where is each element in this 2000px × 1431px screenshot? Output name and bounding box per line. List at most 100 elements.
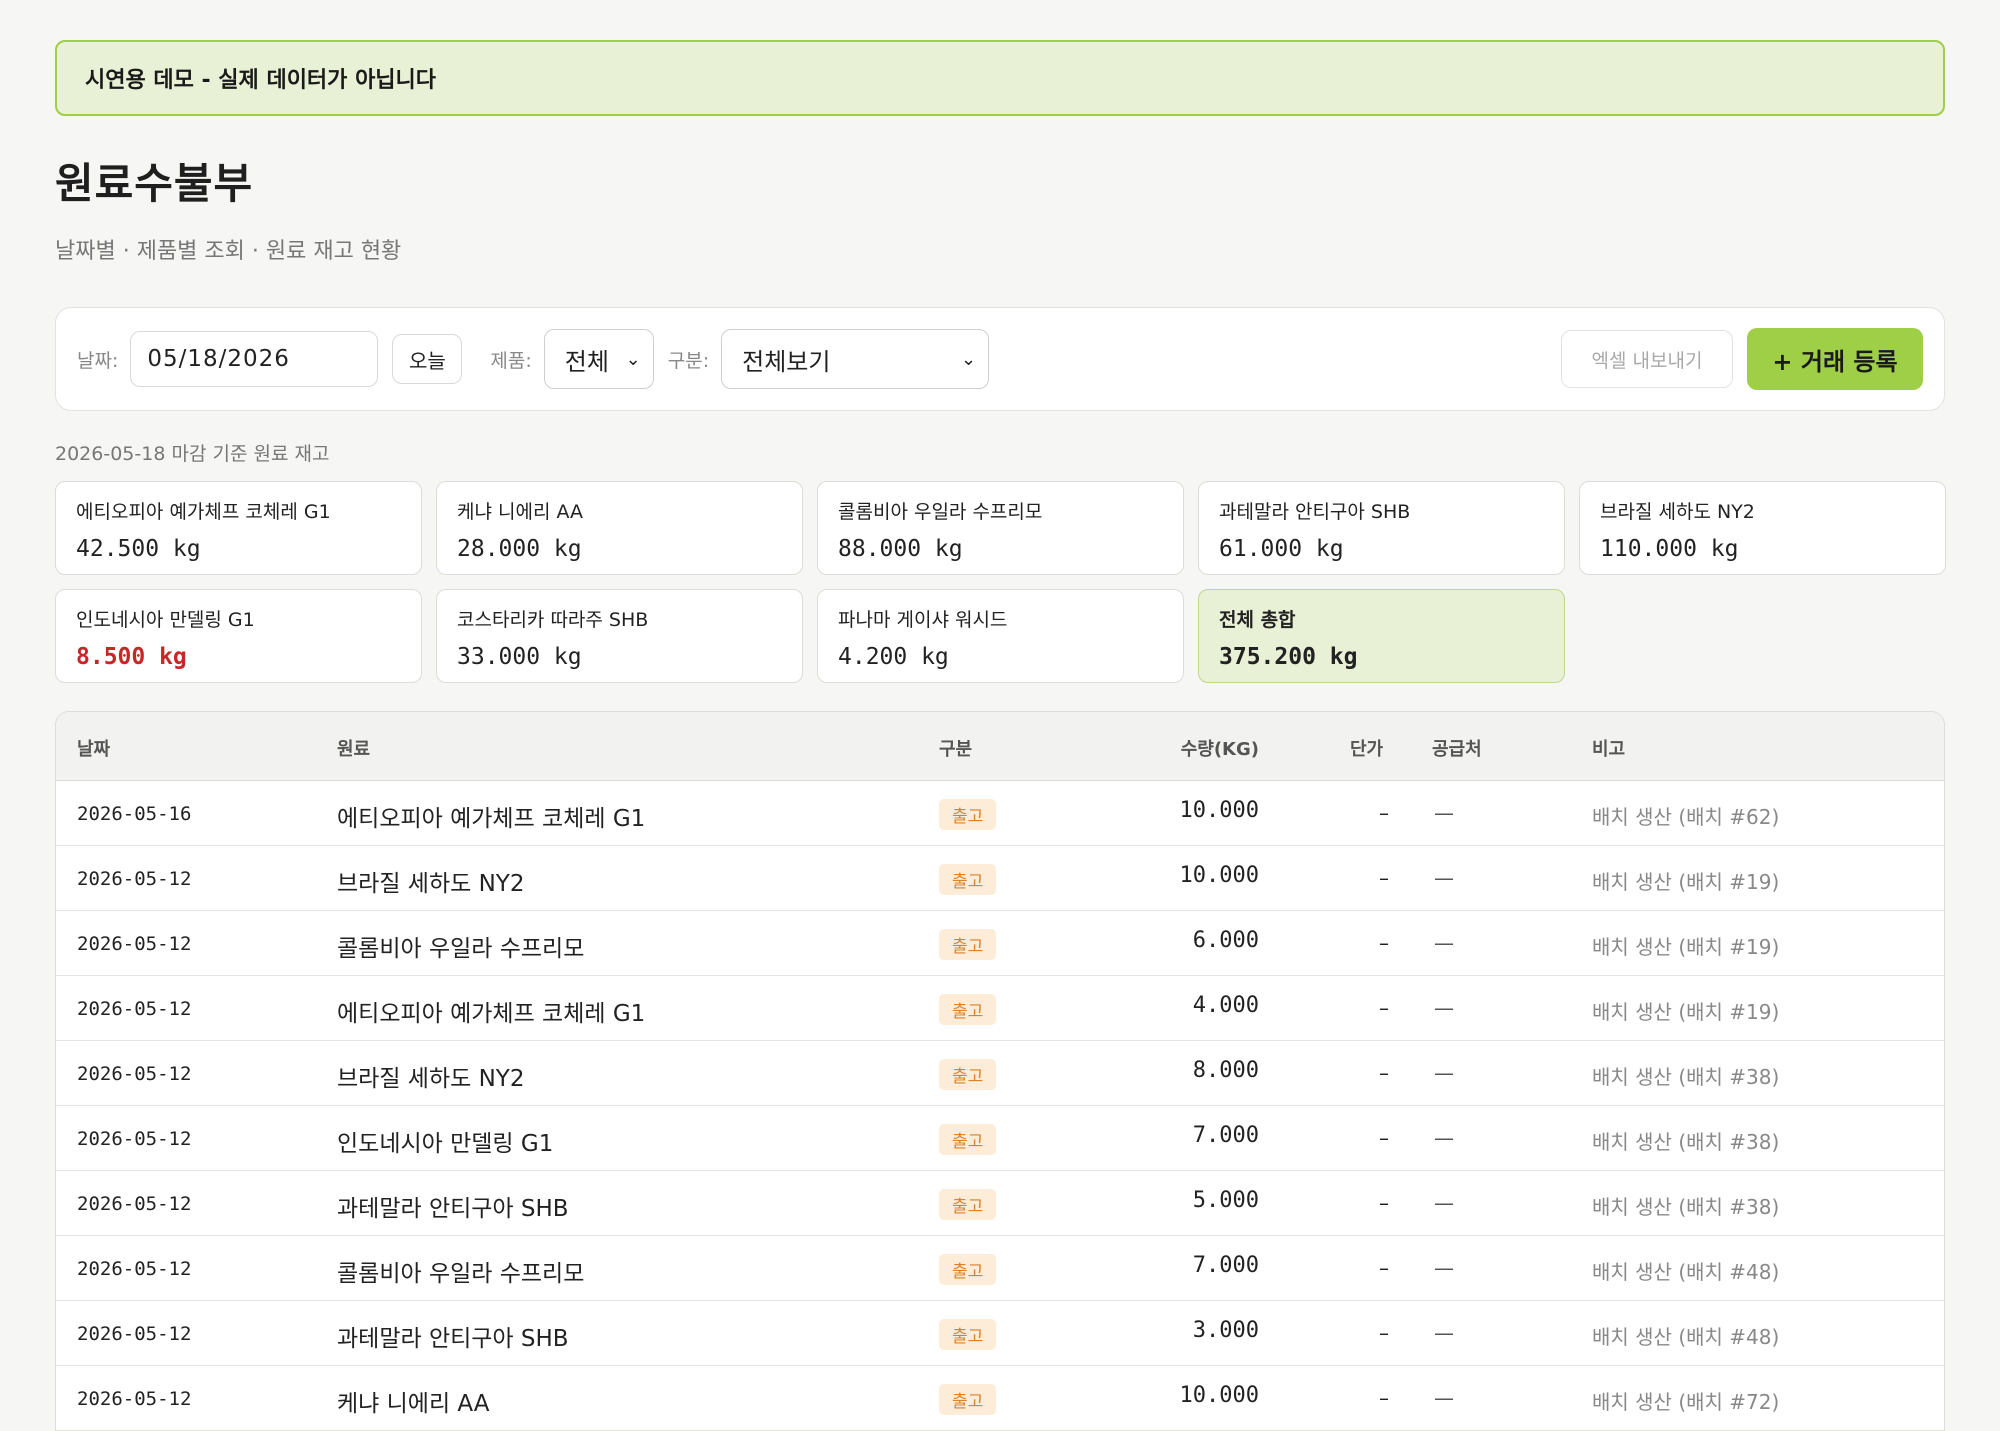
cell-date: 2026-05-12 [77, 868, 192, 890]
transactions-table: 날짜 원료 구분 수량(KG) 단가 공급처 비고 2026-05-16 에티오피… [55, 711, 1945, 1431]
cell-price: – [1379, 801, 1389, 825]
chevron-down-icon: ⌄ [961, 348, 977, 370]
table-row[interactable]: 2026-05-12 과테말라 안티구아 SHB 3.000 – — 배치 생산 (배치 … [56, 1301, 1944, 1366]
page: 시연용 데모 - 실제 데이터가 아닙니다 원료수불부 날짜별 · 제품별 조회… [0, 0, 2000, 1431]
cell-note: 배치 생산 (배치 #48) [1592, 1325, 1780, 1349]
cell-type: 출고 [939, 1124, 997, 1155]
table-row[interactable]: 2026-05-12 에티오피아 예가체프 코체레 G1 4.000 – — 배치 생산 … [56, 976, 1944, 1041]
cell-date: 2026-05-12 [77, 933, 192, 955]
stock-card-name: 에티오피아 예가체프 코체레 G1 [76, 501, 331, 523]
date-input[interactable]: 05/18/2026 [130, 331, 379, 387]
cell-note: 배치 생산 (배치 #38) [1592, 1065, 1780, 1089]
table-row[interactable]: 2026-05-16 에티오피아 예가체프 코체레 G1 10.000 – — 배치 생산… [56, 781, 1944, 846]
cell-price: – [1379, 1256, 1389, 1280]
cell-type: 출고 [939, 799, 997, 830]
cell-material: 과테말라 안티구아 SHB [337, 1196, 569, 1222]
cell-supplier: — [1434, 1386, 1454, 1410]
stock-card: 콜롬비아 우일라 수프리모 88.000 kg [817, 481, 1184, 575]
cell-supplier: — [1434, 1126, 1454, 1150]
cell-supplier: — [1434, 801, 1454, 825]
cell-price: – [1379, 1386, 1389, 1410]
stock-card: 코스타리카 따라주 SHB 33.000 kg [436, 589, 803, 683]
cell-price: – [1379, 866, 1389, 890]
cell-material: 에티오피아 예가체프 코체레 G1 [337, 1001, 646, 1027]
table-row[interactable]: 2026-05-12 브라질 세하도 NY2 10.000 – — 배치 생산 (배치 #… [56, 846, 1944, 911]
header-type[interactable]: 구분 [939, 735, 972, 761]
product-select[interactable]: 전체 ⌄ [543, 329, 654, 389]
cell-price: – [1379, 1061, 1389, 1085]
table-row[interactable]: 2026-05-12 브라질 세하도 NY2 8.000 – — 배치 생산 (배치 #3… [56, 1041, 1944, 1106]
cell-note: 배치 생산 (배치 #19) [1592, 1000, 1780, 1024]
type-badge: 출고 [939, 1189, 997, 1220]
table-row[interactable]: 2026-05-12 콜롬비아 우일라 수프리모 7.000 – — 배치 생산 (배치 … [56, 1236, 1944, 1301]
cell-note: 배치 생산 (배치 #19) [1592, 870, 1780, 894]
stock-total-name: 전체 총합 [1219, 609, 1296, 631]
filter-toolbar: 날짜: 05/18/2026 오늘 제품: 전체 ⌄ 구분: 전체보기 ⌄ 엑셀… [55, 307, 1945, 411]
cell-supplier: — [1434, 1061, 1454, 1085]
stock-card: 에티오피아 예가체프 코체레 G1 42.500 kg [55, 481, 422, 575]
cell-type: 출고 [939, 864, 997, 895]
stock-card-low: 인도네시아 만델링 G1 8.500 kg [55, 589, 422, 683]
cell-type: 출고 [939, 994, 997, 1025]
stock-card-qty: 42.500 kg [76, 536, 201, 562]
header-note[interactable]: 비고 [1592, 735, 1625, 761]
table-row[interactable]: 2026-05-12 과테말라 안티구아 SHB 5.000 – — 배치 생산 (배치 … [56, 1171, 1944, 1236]
stock-card-qty: 61.000 kg [1219, 536, 1344, 562]
cell-material: 케냐 니에리 AA [337, 1391, 490, 1417]
cell-note: 배치 생산 (배치 #62) [1592, 805, 1780, 829]
today-button[interactable]: 오늘 [392, 334, 463, 384]
table-row[interactable]: 2026-05-12 인도네시아 만델링 G1 7.000 – — 배치 생산 (배치 #… [56, 1106, 1944, 1171]
cell-supplier: — [1434, 1321, 1454, 1345]
type-badge: 출고 [939, 994, 997, 1025]
cell-supplier: — [1434, 866, 1454, 890]
cell-material: 인도네시아 만델링 G1 [337, 1131, 554, 1157]
stock-card-name: 인도네시아 만델링 G1 [76, 609, 255, 631]
cell-type: 출고 [939, 1254, 997, 1285]
type-badge: 출고 [939, 1319, 997, 1350]
stock-total-qty: 375.200 kg [1219, 644, 1358, 670]
cell-note: 배치 생산 (배치 #48) [1592, 1260, 1780, 1284]
cell-date: 2026-05-12 [77, 1388, 192, 1410]
product-label: 제품: [490, 349, 532, 372]
header-date[interactable]: 날짜 [77, 735, 110, 761]
cell-supplier: — [1434, 996, 1454, 1020]
cell-material: 콜롬비아 우일라 수프리모 [337, 936, 585, 962]
header-supplier[interactable]: 공급처 [1432, 735, 1482, 761]
type-select-value: 전체보기 [742, 347, 831, 376]
stock-card-qty: 88.000 kg [838, 536, 963, 562]
stock-card-qty: 8.500 kg [76, 644, 187, 670]
stock-card-qty: 110.000 kg [1600, 536, 1739, 562]
cell-note: 배치 생산 (배치 #19) [1592, 935, 1780, 959]
type-badge: 출고 [939, 1254, 997, 1285]
cell-price: – [1379, 931, 1389, 955]
table-row[interactable]: 2026-05-12 콜롬비아 우일라 수프리모 6.000 – — 배치 생산 (배치 … [56, 911, 1944, 976]
chevron-down-icon: ⌄ [625, 348, 641, 370]
cell-note: 배치 생산 (배치 #38) [1592, 1130, 1780, 1154]
cell-supplier: — [1434, 1256, 1454, 1280]
stock-card-name: 파나마 게이샤 워시드 [838, 609, 1008, 631]
page-title: 원료수불부 [55, 159, 254, 208]
header-price[interactable]: 단가 [1350, 735, 1383, 761]
cell-note: 배치 생산 (배치 #72) [1592, 1390, 1780, 1414]
stock-card: 파나마 게이샤 워시드 4.200 kg [817, 589, 1184, 683]
cell-qty: 8.000 [1192, 1058, 1259, 1083]
type-badge: 출고 [939, 1124, 997, 1155]
date-label: 날짜: [77, 349, 119, 372]
cell-material: 콜롬비아 우일라 수프리모 [337, 1261, 585, 1287]
type-select[interactable]: 전체보기 ⌄ [721, 329, 990, 389]
stock-card-name: 과테말라 안티구아 SHB [1219, 501, 1411, 523]
table-header: 날짜 원료 구분 수량(KG) 단가 공급처 비고 [56, 712, 1944, 781]
stock-card-name: 콜롬비아 우일라 수프리모 [838, 501, 1043, 523]
excel-export-button[interactable]: 엑셀 내보내기 [1561, 330, 1733, 388]
product-select-value: 전체 [564, 347, 609, 376]
cell-supplier: — [1434, 931, 1454, 955]
cell-date: 2026-05-12 [77, 998, 192, 1020]
header-qty[interactable]: 수량(KG) [1181, 735, 1259, 761]
table-row[interactable]: 2026-05-12 케냐 니에리 AA 10.000 – — 배치 생산 (배치 #72… [56, 1366, 1944, 1431]
add-transaction-button[interactable]: + 거래 등록 [1747, 328, 1923, 390]
stock-card-name: 브라질 세하도 NY2 [1600, 501, 1755, 523]
cell-price: – [1379, 996, 1389, 1020]
cell-price: – [1379, 1321, 1389, 1345]
demo-banner-text: 시연용 데모 - 실제 데이터가 아닙니다 [85, 68, 437, 93]
header-material[interactable]: 원료 [337, 735, 370, 761]
